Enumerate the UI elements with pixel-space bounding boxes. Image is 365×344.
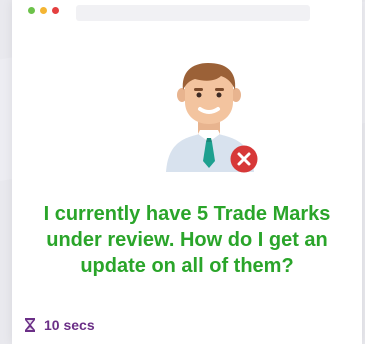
green-dot[interactable] — [28, 7, 35, 14]
card: I currently have 5 Trade Marks under rev… — [12, 0, 362, 344]
yellow-dot[interactable] — [40, 7, 47, 14]
address-bar[interactable] — [76, 5, 310, 21]
avatar — [160, 60, 260, 180]
red-dot[interactable] — [52, 7, 59, 14]
question-text: I currently have 5 Trade Marks under rev… — [43, 203, 331, 277]
screen: I currently have 5 Trade Marks under rev… — [0, 0, 365, 344]
timer-label: 10 secs — [44, 317, 95, 333]
timer: 10 secs — [22, 314, 95, 336]
hourglass-icon — [25, 318, 35, 332]
window-bar — [12, 0, 362, 28]
close-icon — [230, 145, 258, 173]
